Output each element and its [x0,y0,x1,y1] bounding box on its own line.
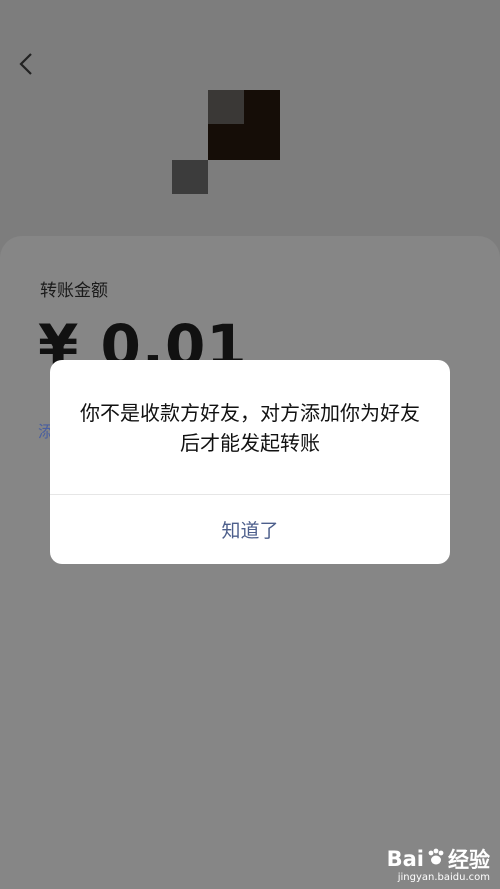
dialog-message: 你不是收款方好友，对方添加你为好友后才能发起转账 [80,401,420,455]
back-button[interactable] [12,52,40,80]
watermark-url: jingyan.baidu.com [397,872,490,883]
watermark-brand-suffix: 经验 [448,848,490,872]
avatar [172,90,280,196]
paw-icon [426,847,446,872]
confirm-button[interactable]: 知道了 [50,495,450,564]
watermark-brand: Bai [386,847,424,871]
chevron-left-icon [18,52,34,80]
amount-label: 转账金额 [40,281,108,301]
watermark: Bai 经验 jingyan.baidu.com [387,844,490,883]
alert-dialog: 你不是收款方好友，对方添加你为好友后才能发起转账 知道了 [50,360,450,564]
